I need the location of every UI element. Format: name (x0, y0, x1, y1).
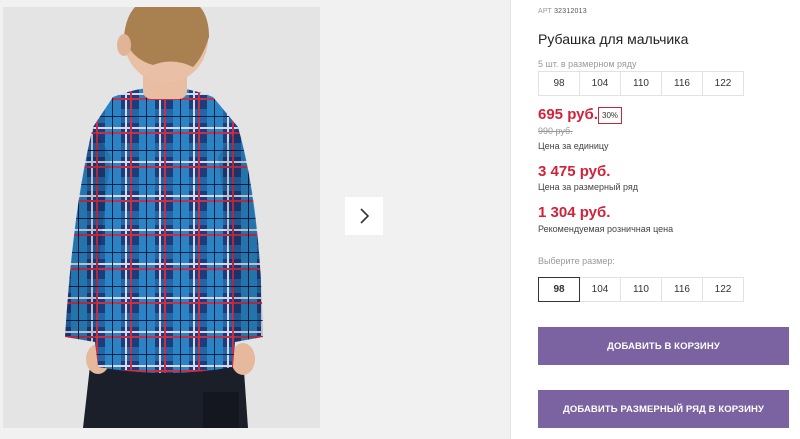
size-option-98[interactable]: 98 (538, 277, 580, 302)
size-option-110[interactable]: 110 (620, 277, 662, 302)
product-gallery (0, 0, 510, 439)
series-sizes: 98 104 110 116 122 (538, 71, 744, 96)
unit-price-note: Цена за единицу (538, 141, 609, 151)
chevron-right-icon (360, 208, 370, 224)
next-image-button[interactable] (345, 197, 383, 235)
size-selector: 98 104 110 116 122 (538, 277, 744, 302)
size-option-104[interactable]: 104 (579, 277, 621, 302)
unit-price: 695 руб. (538, 106, 598, 123)
retail-price-note: Рекомендуемая розничная цена (538, 224, 674, 234)
series-size: 98 (538, 71, 580, 96)
size-option-116[interactable]: 116 (661, 277, 703, 302)
series-size: 116 (661, 71, 703, 96)
article-number: АРТ 32312013 (538, 8, 587, 15)
retail-price: 1 304 руб. (538, 204, 611, 221)
article-label: АРТ (538, 8, 552, 15)
series-price-note: Цена за размерный ряд (538, 182, 639, 192)
article-value: 32312013 (554, 8, 587, 15)
product-title: Рубашка для мальчика (538, 31, 689, 47)
add-series-to-cart-button[interactable]: ДОБАВИТЬ РАЗМЕРНЫЙ РЯД В КОРЗИНУ (538, 390, 789, 428)
size-option-122[interactable]: 122 (702, 277, 744, 302)
discount-badge: 30% (598, 107, 623, 124)
product-photo (3, 7, 320, 428)
series-size: 104 (579, 71, 621, 96)
boy-in-plaid-shirt-image (3, 7, 320, 428)
series-size: 122 (702, 71, 744, 96)
series-price: 3 475 руб. (538, 163, 611, 180)
series-count-label: 5 шт. в размерном ряду (538, 59, 637, 69)
add-to-cart-button[interactable]: ДОБАВИТЬ В КОРЗИНУ (538, 327, 789, 365)
choose-size-label: Выберите размер: (538, 256, 615, 266)
old-price: 990 руб. (538, 126, 573, 136)
panel-divider (510, 0, 511, 439)
series-size: 110 (620, 71, 662, 96)
